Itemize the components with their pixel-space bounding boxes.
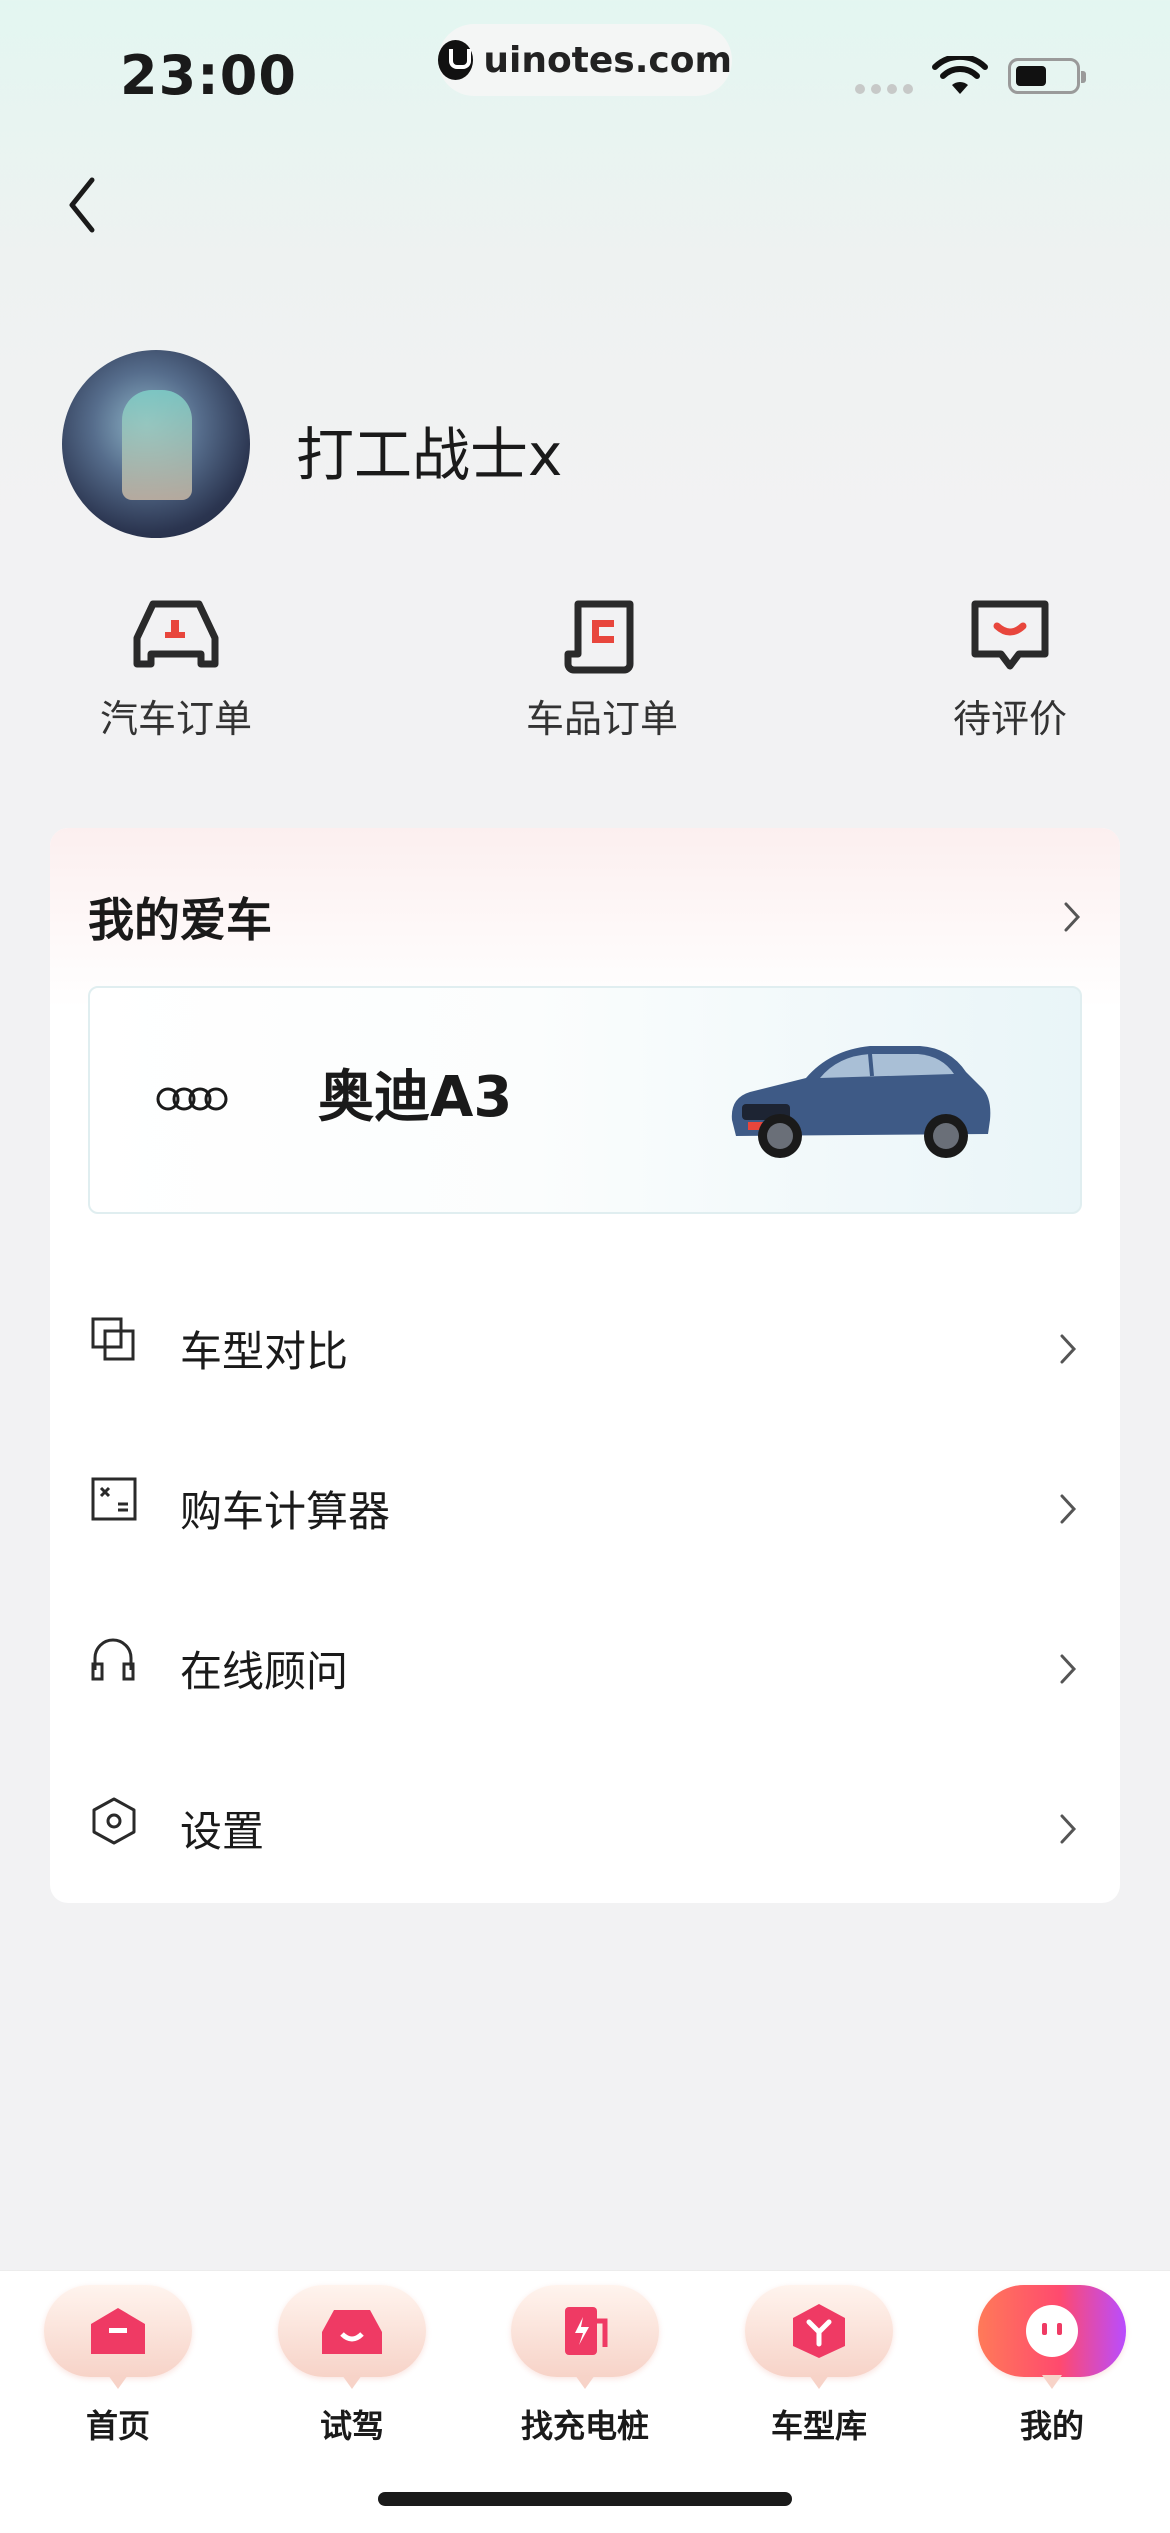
tab-home-label: 首页 [85, 2407, 150, 2445]
product-order-button[interactable]: 车品订单 [502, 598, 702, 743]
menu-settings-label: 设置 [180, 1807, 265, 1856]
car-order-icon [133, 600, 219, 668]
tab-test-drive[interactable]: 试驾 [272, 2285, 432, 2447]
chevron-right-icon [1060, 1334, 1077, 1364]
tab-mine-label: 我的 [1019, 2407, 1084, 2445]
car-name: 奥迪A3 [318, 1065, 513, 1130]
username[interactable]: 打工战士x [296, 408, 562, 492]
menu-settings[interactable]: 设置 [50, 1746, 1120, 1903]
compare-icon [91, 1317, 135, 1361]
wifi-icon [932, 56, 988, 94]
tab-test-drive-label: 试驾 [319, 2407, 384, 2445]
test-drive-icon [322, 2310, 382, 2354]
review-label: 待评价 [952, 697, 1067, 741]
product-order-label: 车品订单 [525, 697, 678, 741]
car-order-button[interactable]: 汽车订单 [76, 598, 276, 743]
home-icon [91, 2308, 145, 2354]
my-car-card: 我的爱车 奥迪A3 车型对比 购车计算器 在线顾问 设置 [50, 828, 1120, 1903]
review-icon [971, 600, 1049, 670]
tab-home[interactable]: 首页 [38, 2285, 198, 2447]
url-text: uinotes.com [483, 39, 732, 81]
tab-charging[interactable]: 找充电桩 [505, 2285, 665, 2447]
chevron-right-icon [1060, 1814, 1077, 1844]
battery-icon [1008, 58, 1086, 94]
back-chevron-icon[interactable] [58, 170, 108, 240]
tab-car-library-label: 车型库 [770, 2407, 867, 2445]
chevron-right-icon [1060, 1494, 1077, 1524]
my-car-title[interactable]: 我的爱车 [88, 884, 272, 950]
my-car-item[interactable]: 奥迪A3 [88, 986, 1082, 1214]
car-image [731, 1046, 991, 1158]
status-time: 23:00 [120, 44, 297, 107]
tab-car-library[interactable]: 车型库 [739, 2285, 899, 2447]
my-car-chevron-icon[interactable] [1062, 900, 1082, 934]
audi-rings-icon [156, 1087, 228, 1111]
menu-compare[interactable]: 车型对比 [50, 1266, 1120, 1426]
charging-icon [565, 2307, 608, 2355]
product-order-icon [564, 600, 634, 674]
menu-advisor-label: 在线顾问 [180, 1647, 349, 1696]
menu-compare-label: 车型对比 [180, 1327, 349, 1376]
car-order-label: 汽车订单 [99, 697, 252, 741]
mine-icon [1026, 2305, 1078, 2357]
menu-calculator[interactable]: 购车计算器 [50, 1426, 1120, 1586]
review-button[interactable]: 待评价 [910, 598, 1110, 743]
cellular-signal-icon [855, 84, 913, 94]
calculator-icon [91, 1477, 137, 1521]
menu-calculator-label: 购车计算器 [180, 1487, 391, 1536]
tab-charging-label: 找充电桩 [520, 2407, 649, 2445]
menu-advisor[interactable]: 在线顾问 [50, 1586, 1120, 1746]
tab-mine[interactable]: 我的 [972, 2285, 1132, 2447]
uinotes-logo-icon [438, 40, 474, 80]
home-indicator [378, 2492, 792, 2506]
chevron-right-icon [1060, 1654, 1077, 1684]
url-badge: uinotes.com [438, 24, 732, 96]
settings-icon [92, 1797, 136, 1845]
avatar[interactable] [62, 350, 250, 538]
car-library-icon [793, 2304, 845, 2358]
headset-icon [91, 1638, 135, 1681]
